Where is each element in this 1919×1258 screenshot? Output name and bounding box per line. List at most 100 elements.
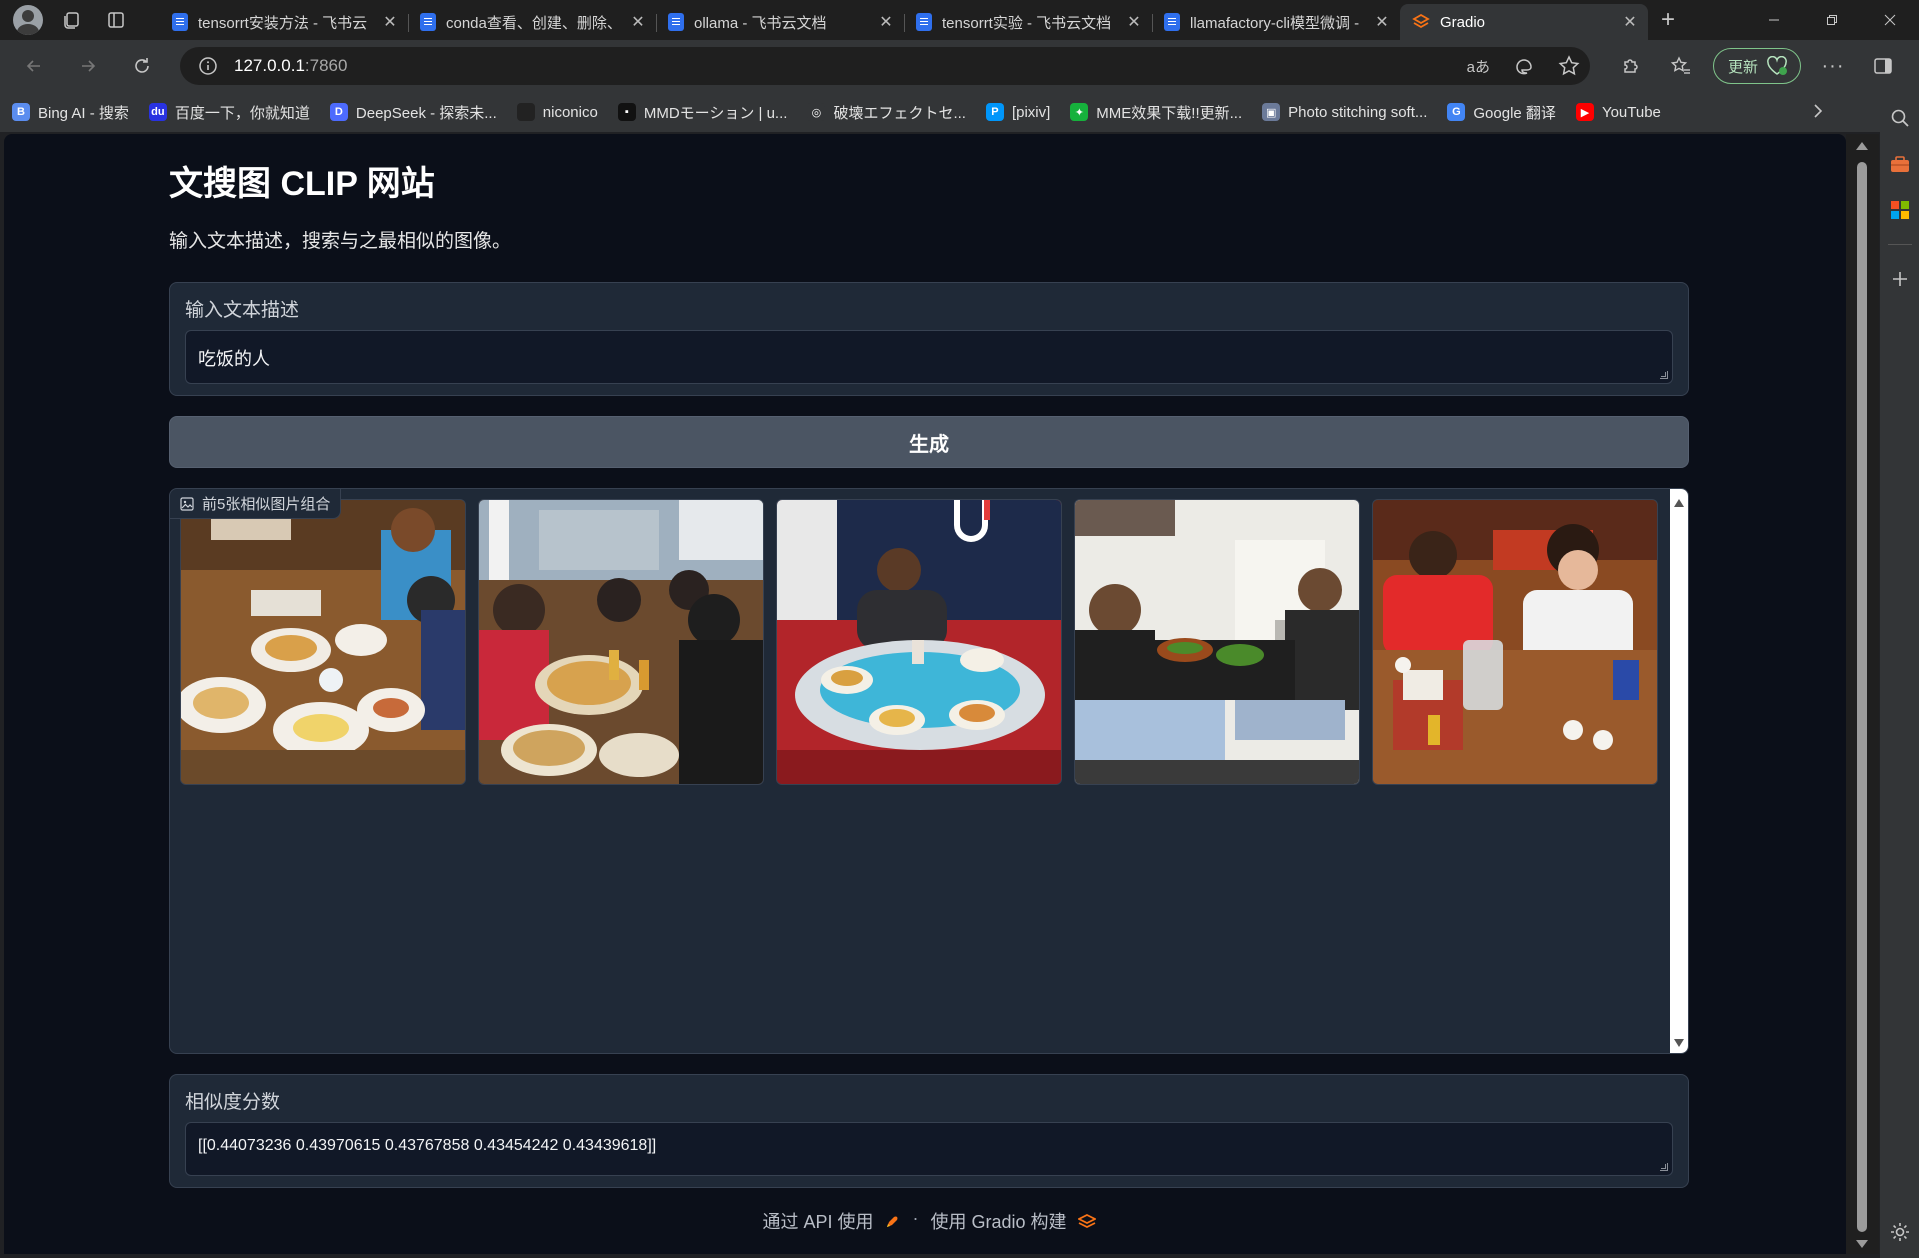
- url-port: :7860: [304, 56, 348, 75]
- gradio-logo-icon: [1076, 1213, 1097, 1229]
- update-button[interactable]: 更新: [1712, 48, 1801, 84]
- rocket-icon: [887, 1216, 898, 1227]
- bookmark-favicon-icon: [516, 103, 535, 121]
- gallery-image-3[interactable]: [776, 499, 1062, 785]
- favorites-button[interactable]: [1663, 48, 1699, 84]
- back-button[interactable]: [14, 48, 54, 84]
- info-icon[interactable]: [198, 56, 218, 76]
- arrow-right-icon: [82, 60, 96, 72]
- bookmark-label: MMDモーション | u...: [643, 104, 788, 122]
- close-tab-icon[interactable]: ✕: [630, 12, 646, 32]
- close-tab-icon[interactable]: ✕: [1374, 12, 1390, 32]
- bookmark-item-5[interactable]: ▪ MMDモーション | u...: [617, 102, 788, 123]
- scrollbar-down-icon[interactable]: [1856, 1240, 1868, 1248]
- tab-title: ollama - 飞书云文档: [694, 14, 827, 32]
- page-description: 输入文本描述，搜索与之最相似的图像。: [169, 231, 512, 252]
- bookmark-label: Photo stitching soft...: [1288, 103, 1428, 121]
- tab-list: tensorrt安装方法 - 飞书云 ✕ conda查看、创建、删除、 ✕ ollama…: [160, 0, 1648, 40]
- restore-button[interactable]: [1803, 0, 1861, 40]
- collections-button[interactable]: [54, 4, 90, 36]
- gallery-image-4[interactable]: [1074, 499, 1360, 785]
- bookmark-item-3[interactable]: D DeepSeek - 探索未...: [329, 102, 497, 123]
- forward-button[interactable]: [68, 48, 108, 84]
- bookmark-item-4[interactable]: niconico: [516, 103, 598, 121]
- footer-api-link[interactable]: 通过 API 使用: [762, 1208, 900, 1234]
- browser-tab-3[interactable]: ollama - 飞书云文档 ✕: [656, 4, 904, 40]
- bookmark-item-7[interactable]: P [pixiv]: [985, 103, 1051, 121]
- bookmark-item-9[interactable]: ▣ Photo stitching soft...: [1262, 103, 1427, 121]
- bookmark-label: Google 翻译: [1473, 104, 1556, 122]
- scrollbar-up-icon[interactable]: [1856, 142, 1868, 150]
- sidebar-icon: [1874, 58, 1892, 74]
- similarity-score-output[interactable]: [[0.44073236 0.43970615 0.43767858 0.434…: [185, 1122, 1673, 1176]
- doc-icon: [172, 13, 188, 31]
- gallery-image-5[interactable]: [1372, 499, 1658, 785]
- bookmark-label: niconico: [542, 103, 598, 121]
- bookmark-favicon-icon: ▪: [617, 103, 636, 121]
- new-tab-button[interactable]: +: [1648, 2, 1688, 38]
- bookmark-item-8[interactable]: ✦ MME效果下载!!更新...: [1070, 102, 1242, 123]
- browser-tab-strip: tensorrt安装方法 - 飞书云 ✕ conda查看、创建、删除、 ✕ ollama…: [0, 0, 1919, 40]
- plus-icon: +: [1660, 6, 1675, 33]
- edge-icon[interactable]: [1514, 56, 1534, 76]
- bookmark-item-6[interactable]: ◎ 破壊エフェクトセ...: [807, 102, 966, 123]
- settings-gear-icon[interactable]: [1888, 1220, 1912, 1244]
- more-menu-button[interactable]: ···: [1815, 48, 1851, 84]
- bookmark-favicon-icon: ▣: [1262, 103, 1281, 121]
- page-viewport: 文搜图 CLIP 网站 输入文本描述，搜索与之最相似的图像。 输入文本描述 吃饭…: [4, 134, 1846, 1254]
- sidebar-search-icon[interactable]: [1888, 106, 1912, 130]
- doc-icon: [420, 13, 436, 31]
- bookmark-item-11[interactable]: ▶ YouTube: [1575, 103, 1661, 121]
- text-description-input[interactable]: 吃饭的人: [185, 330, 1673, 384]
- page-scrollbar[interactable]: [1846, 134, 1879, 1254]
- gallery-scrollbar[interactable]: [1670, 489, 1688, 1053]
- url-text[interactable]: 127.0.0.1:7860: [234, 56, 347, 76]
- office-icon[interactable]: [1888, 198, 1912, 222]
- browser-tab-2[interactable]: conda查看、创建、删除、 ✕: [408, 4, 656, 40]
- gallery-image-2[interactable]: [478, 499, 764, 785]
- close-tab-icon[interactable]: ✕: [878, 12, 894, 32]
- minimize-button[interactable]: [1745, 0, 1803, 40]
- bookmark-label: Bing AI - 搜索: [38, 104, 129, 122]
- address-bar[interactable]: 127.0.0.1:7860 aあ: [180, 47, 1590, 85]
- image-icon: [180, 496, 194, 511]
- profile-button[interactable]: [10, 4, 46, 36]
- browser-tab-6[interactable]: Gradio ✕: [1400, 4, 1648, 40]
- close-tab-icon[interactable]: ✕: [1622, 12, 1638, 32]
- close-tab-icon[interactable]: ✕: [1126, 12, 1142, 32]
- browser-tab-5[interactable]: llamafactory-cli模型微调 - ✕: [1152, 4, 1400, 40]
- read-aloud-icon[interactable]: aあ: [1467, 56, 1490, 77]
- toolbar-right-actions: 更新 ···: [1613, 40, 1919, 92]
- bookmark-item-1[interactable]: B Bing AI - 搜索: [12, 102, 129, 123]
- bookmark-label: 破壊エフェクトセ...: [833, 104, 966, 122]
- sidebar-add-icon[interactable]: [1888, 267, 1912, 291]
- close-tab-icon[interactable]: ✕: [382, 12, 398, 32]
- bookmark-label: [pixiv]: [1011, 103, 1051, 121]
- sidebar-toggle-button[interactable]: [1865, 48, 1901, 84]
- bookmark-item-2[interactable]: du 百度一下，你就知道: [148, 102, 310, 123]
- favorite-star-icon[interactable]: [1558, 55, 1580, 77]
- extensions-button[interactable]: [1613, 48, 1649, 84]
- bookmark-favicon-icon: G: [1447, 103, 1466, 121]
- text-input-label: 输入文本描述: [185, 300, 300, 321]
- resize-handle-icon[interactable]: [1660, 371, 1668, 379]
- resize-handle-icon[interactable]: [1660, 1163, 1668, 1171]
- browser-tab-4[interactable]: tensorrt实验 - 飞书云文档 ✕: [904, 4, 1152, 40]
- generate-button[interactable]: 生成: [169, 416, 1689, 468]
- collections-icon: [64, 12, 79, 29]
- page-footer: 通过 API 使用 · 使用 Gradio 构建: [165, 1208, 1693, 1234]
- bookmark-item-10[interactable]: G Google 翻译: [1447, 102, 1556, 123]
- browser-tab-1[interactable]: tensorrt安装方法 - 飞书云 ✕: [160, 4, 408, 40]
- refresh-button[interactable]: [122, 48, 162, 84]
- scrollbar-thumb[interactable]: [1857, 162, 1867, 1232]
- score-label: 相似度分数: [185, 1092, 281, 1113]
- update-label: 更新: [1727, 58, 1758, 76]
- vertical-tabs-button[interactable]: [98, 4, 134, 36]
- scroll-up-arrow-icon[interactable]: [1674, 499, 1684, 507]
- window-controls: [1745, 0, 1919, 40]
- gallery-image-1[interactable]: [180, 499, 466, 785]
- tools-briefcase-icon[interactable]: [1888, 152, 1912, 176]
- scroll-down-arrow-icon[interactable]: [1674, 1039, 1684, 1047]
- footer-gradio-link[interactable]: 使用 Gradio 构建: [930, 1208, 1097, 1234]
- close-window-button[interactable]: [1861, 0, 1919, 40]
